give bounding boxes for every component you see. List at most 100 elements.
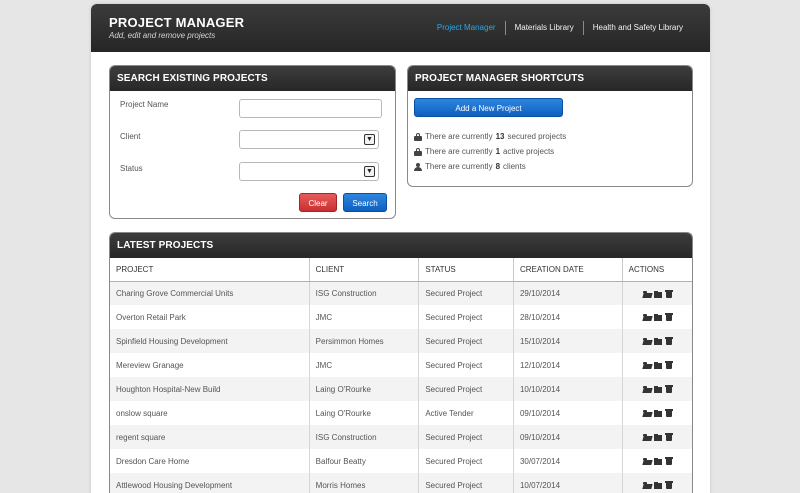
table-row[interactable]: Charing Grove Commercial Units ISG Constr… xyxy=(110,281,692,305)
folder-open-icon[interactable] xyxy=(642,433,652,441)
trash-icon[interactable] xyxy=(664,433,674,442)
table-row[interactable]: Overton Retail Park JMC Secured Project 28/… xyxy=(110,305,692,329)
col-creation-date[interactable]: CREATION DATE xyxy=(513,258,623,282)
col-project[interactable]: PROJECT xyxy=(110,258,310,282)
table-row[interactable]: Attlewood Housing Development Morris Home… xyxy=(110,473,692,493)
client-select[interactable]: ▼ xyxy=(239,130,379,149)
actions-cell xyxy=(622,377,692,401)
projects-table: PROJECT CLIENT STATUS CREATION DATE ACTI… xyxy=(110,258,692,493)
folder-icon[interactable] xyxy=(653,409,663,418)
actions-cell xyxy=(622,305,692,329)
folder-open-icon[interactable] xyxy=(642,409,652,417)
client-cell: Laing O'Rourke xyxy=(309,401,420,425)
search-panel-title: SEARCH EXISTING PROJECTS xyxy=(110,66,395,91)
table-row[interactable]: regent square ISG Construction Secured Pro… xyxy=(110,425,692,449)
folder-open-icon[interactable] xyxy=(642,481,652,489)
project-cell[interactable]: onslow square xyxy=(110,401,310,425)
active-projects-count: There are currently 1 active projects xyxy=(414,147,554,156)
trash-icon[interactable] xyxy=(664,457,674,466)
client-cell: ISG Construction xyxy=(309,281,420,305)
table-row[interactable]: Mereview Granage JMC Secured Project 12/10/… xyxy=(110,353,692,377)
folder-open-icon[interactable] xyxy=(642,457,652,465)
status-cell: Secured Project xyxy=(418,305,514,329)
col-client[interactable]: CLIENT xyxy=(309,258,420,282)
latest-projects-title: LATEST PROJECTS xyxy=(110,233,692,258)
chevron-down-icon: ▼ xyxy=(364,134,375,145)
nav-project-manager[interactable]: Project Manager xyxy=(428,21,505,35)
shortcuts-panel: PROJECT MANAGER SHORTCUTS Add a New Proj… xyxy=(407,65,693,187)
nav-health-safety-library[interactable]: Health and Safety Library xyxy=(582,21,692,35)
col-status[interactable]: STATUS xyxy=(418,258,514,282)
secured-projects-count: There are currently 13 secured projects xyxy=(414,132,566,141)
date-cell: 10/07/2014 xyxy=(513,473,623,493)
folder-open-icon[interactable] xyxy=(642,361,652,369)
status-cell: Secured Project xyxy=(418,377,514,401)
actions-cell xyxy=(622,473,692,493)
table-row[interactable]: onslow square Laing O'Rourke Active Tender… xyxy=(110,401,692,425)
app-title: PROJECT MANAGER xyxy=(109,15,245,30)
project-cell[interactable]: Dresdon Care Home xyxy=(110,449,310,473)
app-frame: PROJECT MANAGER Add, edit and remove pro… xyxy=(91,4,710,493)
actions-cell xyxy=(622,281,692,305)
folder-open-icon[interactable] xyxy=(642,337,652,345)
lock-icon xyxy=(414,147,422,156)
col-actions: ACTIONS xyxy=(622,258,692,282)
trash-icon[interactable] xyxy=(664,409,674,418)
trash-icon[interactable] xyxy=(664,313,674,322)
folder-icon[interactable] xyxy=(653,457,663,466)
folder-open-icon[interactable] xyxy=(642,313,652,321)
client-cell: Morris Homes xyxy=(309,473,420,493)
project-cell[interactable]: regent square xyxy=(110,425,310,449)
status-cell: Secured Project xyxy=(418,329,514,353)
folder-icon[interactable] xyxy=(653,361,663,370)
trash-icon[interactable] xyxy=(664,289,674,298)
client-label: Client xyxy=(120,132,141,141)
status-cell: Secured Project xyxy=(418,425,514,449)
trash-icon[interactable] xyxy=(664,361,674,370)
date-cell: 15/10/2014 xyxy=(513,329,623,353)
actions-cell xyxy=(622,401,692,425)
folder-icon[interactable] xyxy=(653,290,663,298)
date-cell: 10/10/2014 xyxy=(513,377,623,401)
add-project-button[interactable]: Add a New Project xyxy=(414,98,563,117)
project-cell[interactable]: Spinfield Housing Development xyxy=(110,329,310,353)
chevron-down-icon: ▼ xyxy=(364,166,375,177)
project-cell[interactable]: Overton Retail Park xyxy=(110,305,310,329)
main-nav: Project Manager Materials Library Health… xyxy=(428,21,692,35)
trash-icon[interactable] xyxy=(664,385,674,394)
actions-cell xyxy=(622,329,692,353)
folder-icon[interactable] xyxy=(653,385,663,394)
nav-materials-library[interactable]: Materials Library xyxy=(504,21,583,35)
status-cell: Secured Project xyxy=(418,353,514,377)
table-header-row: PROJECT CLIENT STATUS CREATION DATE ACTI… xyxy=(110,258,692,282)
folder-icon[interactable] xyxy=(653,337,663,346)
project-cell[interactable]: Attlewood Housing Development xyxy=(110,473,310,493)
clear-button[interactable]: Clear xyxy=(299,193,337,212)
project-name-input[interactable] xyxy=(239,99,382,118)
date-cell: 28/10/2014 xyxy=(513,305,623,329)
status-cell: Secured Project xyxy=(418,449,514,473)
trash-icon[interactable] xyxy=(664,481,674,490)
folder-open-icon[interactable] xyxy=(642,385,652,393)
project-cell[interactable]: Houghton Hospital-New Build xyxy=(110,377,310,401)
actions-cell xyxy=(622,425,692,449)
project-cell[interactable]: Charing Grove Commercial Units xyxy=(110,281,310,305)
client-cell: JMC xyxy=(309,305,420,329)
table-row[interactable]: Dresdon Care Home Balfour Beatty Secured P… xyxy=(110,449,692,473)
actions-cell xyxy=(622,353,692,377)
search-button[interactable]: Search xyxy=(343,193,387,212)
folder-icon[interactable] xyxy=(653,433,663,442)
date-cell: 12/10/2014 xyxy=(513,353,623,377)
folder-icon[interactable] xyxy=(653,481,663,490)
status-label: Status xyxy=(120,164,143,173)
folder-open-icon[interactable] xyxy=(642,290,652,298)
clients-count: There are currently 8 clients xyxy=(414,162,526,171)
status-cell: Secured Project xyxy=(418,473,514,493)
trash-icon[interactable] xyxy=(664,337,674,346)
table-row[interactable]: Spinfield Housing Development Persimmon H… xyxy=(110,329,692,353)
table-row[interactable]: Houghton Hospital-New Build Laing O'Rourk… xyxy=(110,377,692,401)
latest-projects-panel: LATEST PROJECTS PROJECT CLIENT STATUS CR… xyxy=(109,232,693,493)
project-cell[interactable]: Mereview Granage xyxy=(110,353,310,377)
folder-icon[interactable] xyxy=(653,313,663,322)
status-select[interactable]: ▼ xyxy=(239,162,379,181)
